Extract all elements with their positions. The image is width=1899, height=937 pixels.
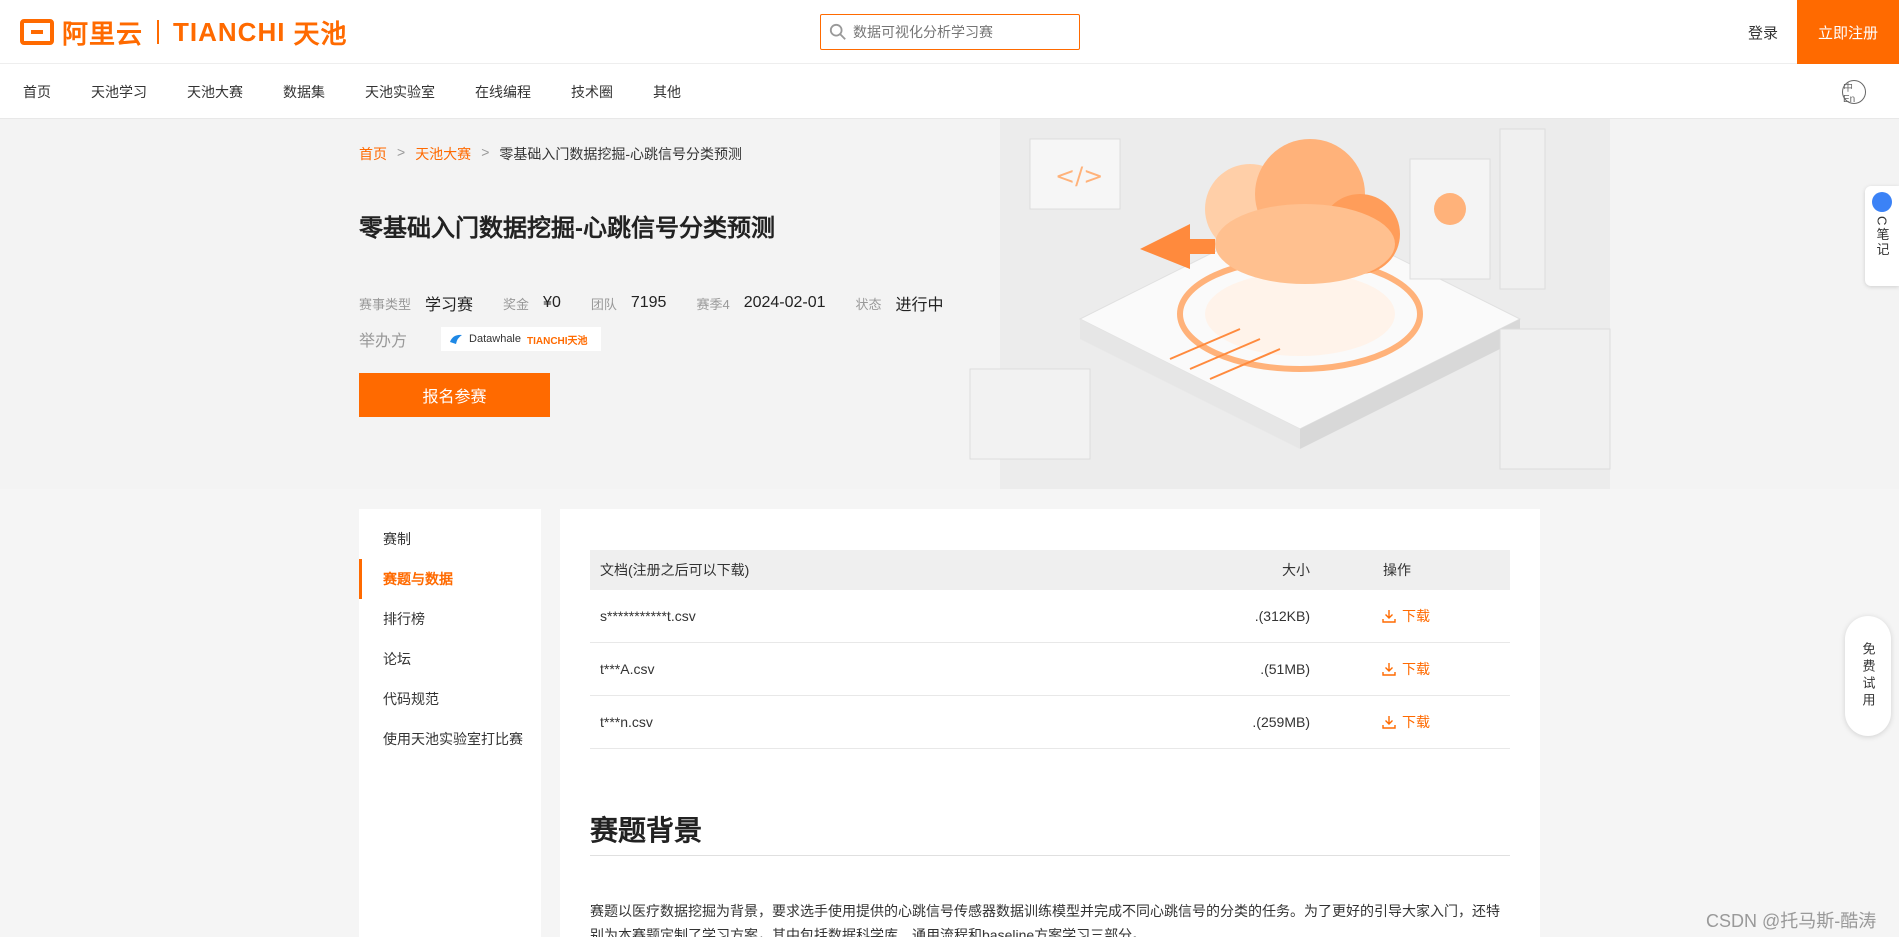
- datawhale-logo-icon: [450, 334, 463, 344]
- meta-label: 状态: [855, 296, 882, 312]
- download-label: 下载: [1402, 608, 1430, 624]
- breadcrumb-current: 零基础入门数据挖掘-心跳信号分类预测: [499, 146, 743, 162]
- section-text: 赛题以医疗数据挖掘为背景，要求选手使用提供的心跳信号传感器数据训练模型并完成不同…: [590, 903, 1500, 937]
- file-size: .(259MB): [1252, 714, 1310, 730]
- breadcrumb: 首页 > 天池大赛 > 零基础入门数据挖掘-心跳信号分类预测: [359, 144, 742, 164]
- nav-item[interactable]: 数据集: [283, 82, 325, 102]
- download-link[interactable]: 下载: [1310, 659, 1510, 679]
- breadcrumb-separator: >: [481, 144, 490, 160]
- meta-value: 2024-02-01: [743, 294, 826, 311]
- nav-item[interactable]: 在线编程: [475, 82, 531, 102]
- sidebar-item[interactable]: 使用天池实验室打比赛: [359, 719, 541, 759]
- breadcrumb-separator: >: [397, 144, 406, 160]
- brand-tianchi-cn: 天池: [293, 18, 348, 49]
- nav-item[interactable]: 技术圈: [571, 82, 613, 102]
- sidebar-item[interactable]: 排行榜: [359, 599, 541, 639]
- notes-float-button[interactable]: C笔记: [1865, 186, 1899, 286]
- section-title: 赛题背景: [590, 815, 703, 846]
- sidebar-item[interactable]: 赛题与数据: [359, 559, 541, 599]
- download-icon: [1382, 610, 1396, 623]
- search-input[interactable]: [853, 24, 1073, 40]
- brand-cn: 阿里云: [62, 18, 144, 49]
- file-size: .(312KB): [1254, 608, 1310, 624]
- free-trial-float-button[interactable]: 免费试用: [1845, 616, 1891, 736]
- download-icon: [1382, 663, 1396, 676]
- sidebar-item[interactable]: 赛制: [359, 519, 541, 559]
- competition-sidebar: 赛制 赛题与数据 排行榜 论坛 代码规范 使用天池实验室打比赛: [359, 509, 541, 937]
- notes-label: C笔记: [1874, 216, 1890, 258]
- download-label: 下载: [1402, 714, 1430, 730]
- column-header-op: 操作: [1383, 562, 1411, 578]
- logo-divider: [157, 20, 160, 44]
- sidebar-item[interactable]: 代码规范: [359, 679, 541, 719]
- file-size: .(51MB): [1260, 661, 1310, 677]
- table-row: s***********t.csv .(312KB) 下载: [590, 590, 1510, 643]
- meta-label: 奖金: [503, 296, 530, 312]
- organizer-logo-text-2: TIANCHI天池: [527, 335, 588, 347]
- top-header: 阿里云 TIANCHI 天池 登录 立即注册: [0, 0, 1899, 64]
- organizer-row: 举办方 Datawhale TIANCHI天池: [359, 327, 602, 351]
- register-button[interactable]: 立即注册: [1797, 0, 1899, 64]
- nav-item[interactable]: 其他: [653, 82, 681, 102]
- column-header-size: 大小: [1282, 562, 1310, 578]
- nav-item[interactable]: 天池大赛: [187, 82, 243, 102]
- language-toggle-icon[interactable]: 中En: [1842, 80, 1866, 105]
- meta-label: 赛季4: [696, 296, 730, 312]
- page-title: 零基础入门数据挖掘-心跳信号分类预测: [359, 215, 775, 242]
- table-header: 文档(注册之后可以下载) 大小 操作: [590, 550, 1510, 590]
- breadcrumb-home[interactable]: 首页: [359, 144, 387, 164]
- main-content: 文档(注册之后可以下载) 大小 操作 s***********t.csv .(31…: [560, 509, 1540, 937]
- section-divider: [590, 855, 1510, 856]
- download-link[interactable]: 下载: [1310, 712, 1510, 732]
- organizer-logo-text: Datawhale: [469, 333, 521, 345]
- meta-value: 7195: [630, 294, 667, 311]
- files-table: 文档(注册之后可以下载) 大小 操作 s***********t.csv .(31…: [590, 550, 1510, 749]
- free-trial-label: 免费试用: [1860, 642, 1876, 710]
- nav-item[interactable]: 天池实验室: [365, 82, 435, 102]
- search-icon: [829, 23, 846, 40]
- column-header-name: 文档(注册之后可以下载): [600, 562, 750, 578]
- download-label: 下载: [1402, 661, 1430, 677]
- login-link[interactable]: 登录: [1748, 22, 1778, 43]
- aliyun-logo-icon: [20, 19, 54, 45]
- join-competition-button[interactable]: 报名参赛: [359, 373, 550, 417]
- file-name: t***n.csv: [600, 714, 653, 730]
- brand-en: TIANCHI: [173, 16, 286, 47]
- meta-value: ¥0: [543, 294, 561, 311]
- sidebar-item[interactable]: 论坛: [359, 639, 541, 679]
- search-box[interactable]: [820, 14, 1080, 50]
- aliyun-tianchi-logo[interactable]: 阿里云 TIANCHI 天池: [20, 16, 347, 49]
- organizer-logo[interactable]: Datawhale TIANCHI天池: [441, 327, 602, 351]
- meta-value: 进行中: [895, 297, 944, 314]
- hero-illustration: </>: [969, 119, 1611, 489]
- pen-icon: [1872, 192, 1892, 212]
- meta-label: 赛事类型: [359, 296, 412, 312]
- breadcrumb-competitions[interactable]: 天池大赛: [415, 144, 471, 164]
- download-icon: [1382, 716, 1396, 729]
- meta-value: 学习赛: [425, 297, 474, 314]
- watermark: CSDN @托马斯-酷涛: [1706, 911, 1877, 931]
- table-row: t***n.csv .(259MB) 下载: [590, 696, 1510, 749]
- svg-text:</>: </>: [1055, 162, 1103, 190]
- competition-meta: 赛事类型 学习赛 奖金 ¥0 团队 7195 赛季4 2024-02-01 状态 进行中: [359, 291, 974, 315]
- organizer-label: 举办方: [359, 333, 408, 350]
- file-name: s***********t.csv: [600, 608, 696, 624]
- download-link[interactable]: 下载: [1310, 606, 1510, 626]
- nav-item[interactable]: 天池学习: [91, 82, 147, 102]
- nav-item[interactable]: 首页: [23, 82, 51, 102]
- table-row: t***A.csv .(51MB) 下载: [590, 643, 1510, 696]
- main-nav: 首页 天池学习 天池大赛 数据集 天池实验室 在线编程 技术圈 其他: [0, 64, 1899, 119]
- file-name: t***A.csv: [600, 661, 655, 677]
- meta-label: 团队: [590, 296, 617, 312]
